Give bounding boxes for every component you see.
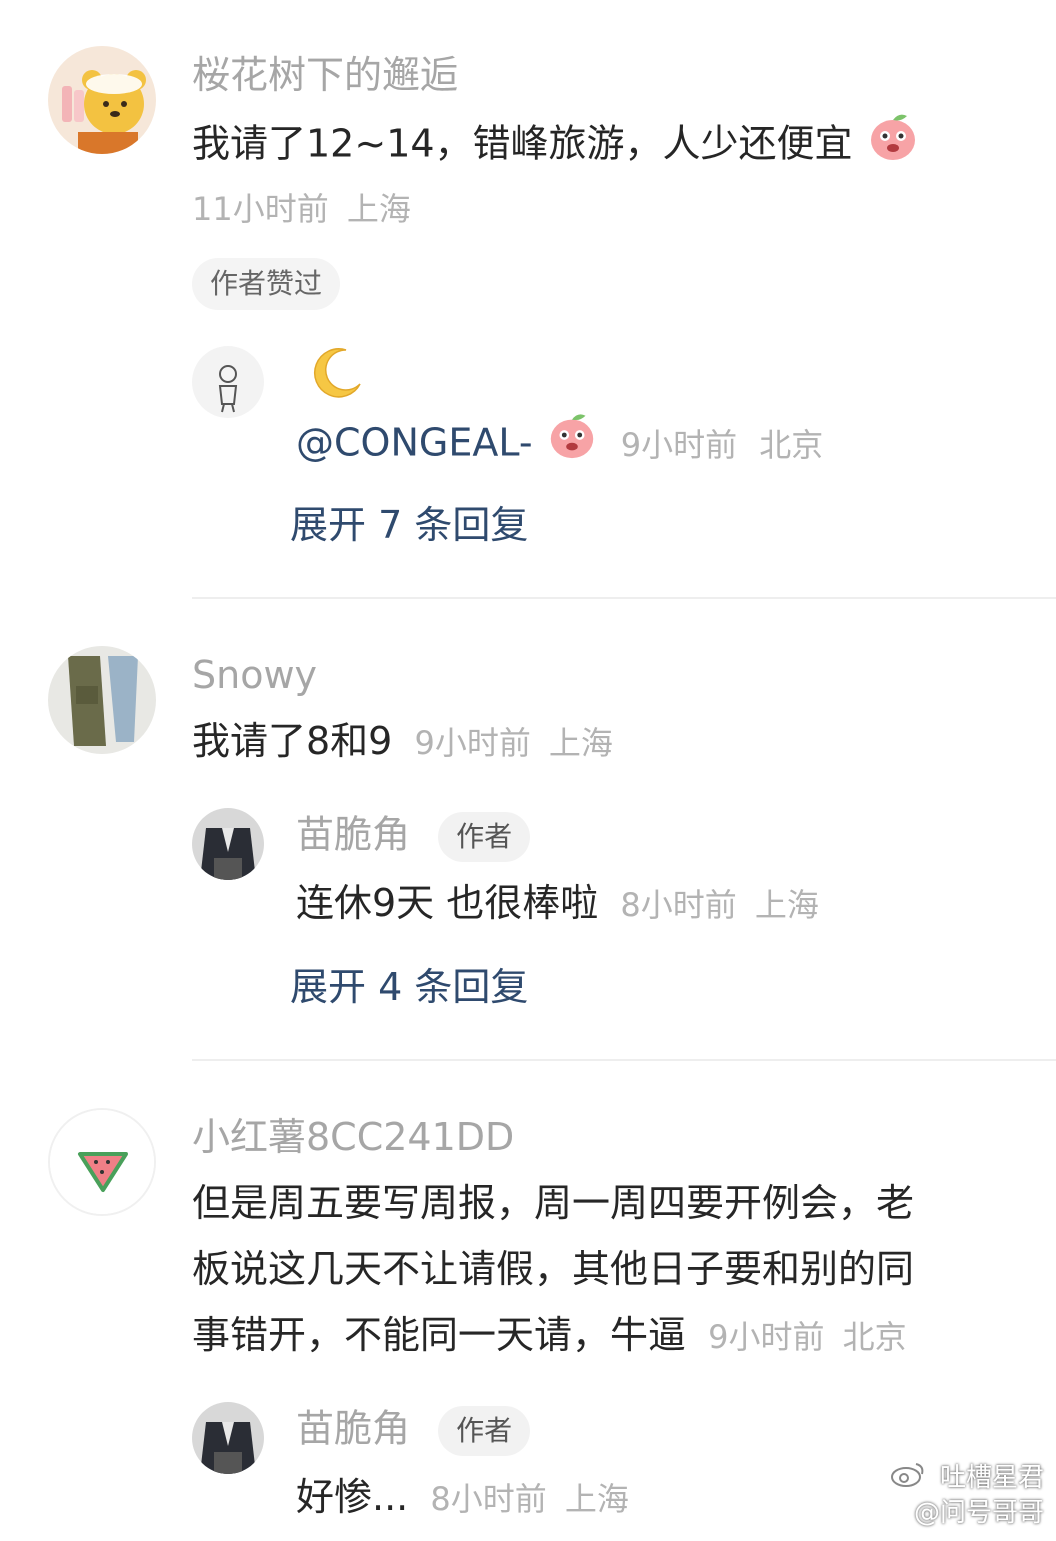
- comment-location: 上海: [548, 724, 613, 762]
- moon-emoji-icon: [306, 344, 366, 404]
- comment-divider: [192, 1059, 1056, 1061]
- author-tag-badge: 作者: [438, 812, 531, 862]
- reply-location: 上海: [754, 886, 819, 924]
- weibo-logo-icon: [890, 1460, 926, 1497]
- comment-time: 9小时前: [708, 1318, 825, 1356]
- comment-divider: [192, 597, 1056, 599]
- comment-username[interactable]: 桜花树下的邂逅: [192, 56, 458, 94]
- comment-meta: 11小时前 上海: [192, 193, 411, 225]
- reply-username[interactable]: 苗脆角: [296, 1407, 410, 1451]
- winnie-avatar-icon: [48, 46, 156, 154]
- reply-preview-line: @CONGEAL- 9小时前 北京: [296, 408, 823, 482]
- reply-text-row: 好惨... 8小时前 上海: [296, 1464, 629, 1532]
- comment-text-row: 事错开，不能同一天请，牛逼 9小时前 北京: [192, 1302, 907, 1370]
- author-liked-badge: 作者赞过: [192, 258, 341, 310]
- comment-text-row: 我请了8和9 9小时前 上海: [192, 708, 613, 776]
- comment-text: 我请了12~14，错峰旅游，人少还便宜: [192, 121, 853, 166]
- avatar-snowy[interactable]: [48, 646, 156, 754]
- watermark-handle: @问号哥哥: [913, 1497, 1044, 1528]
- comment-text: 我请了8和9: [192, 719, 393, 763]
- reply-avatar-sketch[interactable]: [192, 346, 264, 418]
- comment-time: 11小时前: [192, 190, 329, 228]
- comment-username[interactable]: 小红薯8CC241DD: [192, 1118, 514, 1156]
- expand-replies-button[interactable]: 展开 7 条回复: [290, 506, 528, 544]
- comment-location: 上海: [346, 190, 411, 228]
- watermelon-icon: [50, 1110, 154, 1214]
- reply-time: 9小时前: [620, 425, 738, 464]
- reply-username-row: 苗脆角 作者: [296, 812, 531, 862]
- reply-text: 好惨...: [296, 1475, 409, 1519]
- comment-location: 北京: [842, 1318, 907, 1356]
- reply-time: 8小时前: [620, 886, 737, 924]
- peach-emoji-icon: [545, 408, 599, 482]
- reply-username-row: 苗脆角 作者: [296, 1406, 531, 1456]
- reply-location: 上海: [564, 1480, 629, 1518]
- comment-username[interactable]: Snowy: [192, 656, 317, 694]
- reply-avatar-author[interactable]: [192, 1402, 264, 1474]
- reply-text-row: 连休9天 也很棒啦 8小时前 上海: [296, 870, 819, 938]
- expand-replies-button[interactable]: 展开 4 条回复: [290, 968, 528, 1006]
- watermark-text: 吐槽星君: [939, 1462, 1044, 1493]
- reply-mention-link[interactable]: @CONGEAL-: [296, 421, 533, 465]
- comment-text-line: 板说这几天不让请假，其他日子要和别的同: [192, 1247, 915, 1291]
- reply-text: 连休9天 也很棒啦: [296, 881, 599, 925]
- avatar-watermelon[interactable]: [48, 1108, 156, 1216]
- reply-username[interactable]: 苗脆角: [296, 813, 410, 857]
- reply-avatar-author[interactable]: [192, 808, 264, 880]
- sketch-avatar-icon: [192, 346, 264, 418]
- comment-text-line: 但是周五要写周报，周一周四要开例会，老: [192, 1181, 915, 1225]
- watermark-line1: 吐槽星君: [890, 1460, 1044, 1497]
- comment-text-row: 我请了12~14，错峰旅游，人少还便宜: [192, 108, 921, 184]
- watermark: 吐槽星君 @问号哥哥: [890, 1460, 1044, 1529]
- comment-text-line: 事错开，不能同一天请，牛逼: [192, 1313, 687, 1357]
- reply-time: 8小时前: [430, 1480, 547, 1518]
- comment-time: 9小时前: [414, 724, 531, 762]
- avatar-winnie[interactable]: [48, 46, 156, 154]
- jeans-avatar-icon: [48, 646, 156, 754]
- suit-avatar-icon: [192, 808, 264, 880]
- peach-emoji-icon: [865, 108, 921, 184]
- author-tag-badge: 作者: [438, 1406, 531, 1456]
- suit-avatar-icon: [192, 1402, 264, 1474]
- reply-location: 北京: [759, 425, 824, 464]
